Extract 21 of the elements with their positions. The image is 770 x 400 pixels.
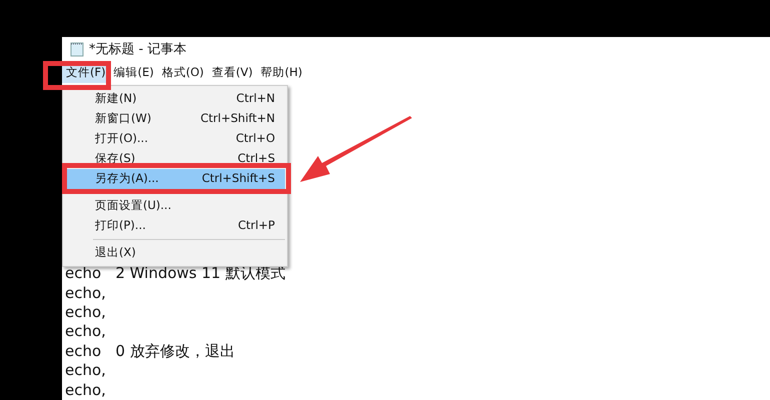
text-line: echo, (65, 361, 107, 381)
menu-item[interactable]: 新窗口(W) Ctrl+Shift+N (65, 109, 285, 129)
window-title: *无标题 - 记事本 (89, 41, 186, 58)
notepad-icon (70, 41, 84, 58)
text-line: echo, (65, 322, 107, 342)
menu-bar-item[interactable]: 查看(V) (208, 62, 257, 84)
highlight-frame (43, 61, 111, 90)
menu-item[interactable]: 退出(X) (65, 243, 285, 263)
text-line: echo, (65, 380, 107, 400)
menu-bar-item[interactable]: 编辑(E) (110, 62, 158, 84)
text-line: echo, (65, 284, 107, 303)
menu-item[interactable]: 另存为(A)... Ctrl+Shift+S (65, 169, 285, 189)
menu-item[interactable]: 打印(P)... Ctrl+P (65, 216, 285, 236)
menu-item[interactable]: 页面设置(U)... (65, 196, 285, 216)
menu-item[interactable]: 新建(N) Ctrl+N (65, 89, 285, 109)
text-line: echo, (65, 302, 107, 322)
menu-item[interactable]: 保存(S) Ctrl+S (65, 149, 285, 169)
menu-bar-item[interactable]: 帮助(H) (256, 62, 306, 84)
menu-item[interactable]: 打开(O)... Ctrl+O (65, 129, 285, 149)
text-line: echo 0 放弃修改，退出 (65, 342, 236, 362)
menu-bar-item[interactable]: 格式(O) (158, 62, 208, 84)
